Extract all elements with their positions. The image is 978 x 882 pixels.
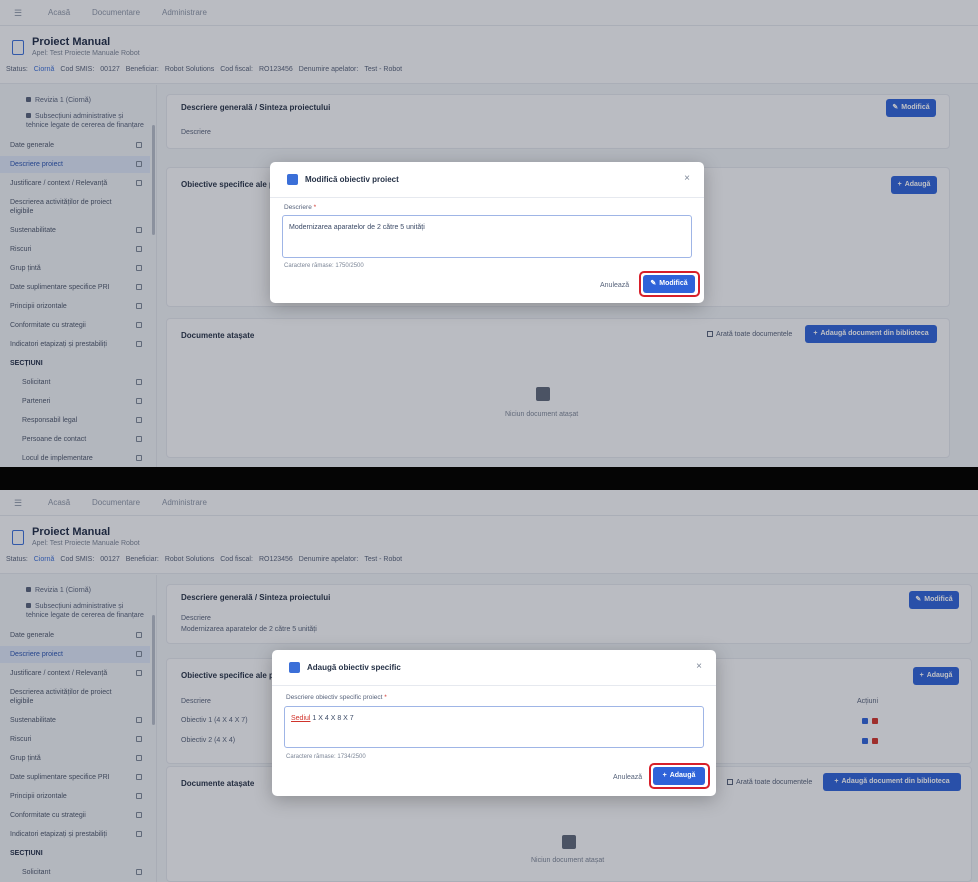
screenshot-separator xyxy=(0,467,978,490)
modal-title: Adaugă obiectiv specific xyxy=(307,663,401,672)
screenshot-bottom: ☰ Acasă Documentare Administrare Proiect… xyxy=(0,490,978,882)
field-label-text: Descriere xyxy=(284,204,312,211)
highlight-box: + Adaugă xyxy=(649,763,710,789)
confirm-add-button[interactable]: + Adaugă xyxy=(653,767,705,785)
textarea-text: 1 X 4 X 8 X 7 xyxy=(310,715,354,722)
cancel-button[interactable]: Anulează xyxy=(600,282,629,289)
add-objective-modal: Adaugă obiectiv specific × Descriere obi… xyxy=(272,650,716,796)
confirm-label: Modifică xyxy=(659,280,688,287)
plus-icon: + xyxy=(662,772,667,779)
close-icon[interactable]: × xyxy=(696,661,702,672)
description-textarea[interactable]: Sediul 1 X 4 X 8 X 7 xyxy=(284,706,704,748)
modal-title: Modifică obiectiv proiect xyxy=(305,175,399,184)
char-counter: Caractere rămase: 1750/2500 xyxy=(284,263,364,269)
edit-icon xyxy=(287,174,298,185)
char-counter: Caractere rămase: 1734/2500 xyxy=(286,754,366,760)
required-marker: * xyxy=(384,694,387,701)
highlight-box: ✎ Modifică xyxy=(639,271,700,297)
field-label: Descriere * xyxy=(284,204,316,211)
textarea-value: Modernizarea aparatelor de 2 către 5 uni… xyxy=(289,224,425,231)
screenshot-top: ☰ Acasă Documentare Administrare Proiect… xyxy=(0,0,978,467)
modal-header: Adaugă obiectiv specific × xyxy=(272,650,716,686)
field-label: Descriere obiectiv specific proiect * xyxy=(286,694,387,701)
spellcheck-word: Sediul xyxy=(291,715,311,722)
field-label-text: Descriere obiectiv specific proiect xyxy=(286,694,383,701)
confirm-edit-button[interactable]: ✎ Modifică xyxy=(643,275,695,293)
required-marker: * xyxy=(313,204,317,211)
modal-header: Modifică obiectiv proiect × xyxy=(270,162,704,198)
textarea-value: Sediul 1 X 4 X 8 X 7 xyxy=(291,715,354,722)
add-icon xyxy=(289,662,300,673)
cancel-button[interactable]: Anulează xyxy=(613,774,642,781)
confirm-label: Adaugă xyxy=(669,772,696,779)
edit-icon: ✎ xyxy=(650,280,657,287)
edit-objective-modal: Modifică obiectiv proiect × Descriere * … xyxy=(270,162,704,303)
close-icon[interactable]: × xyxy=(684,173,690,184)
description-textarea[interactable]: Modernizarea aparatelor de 2 către 5 uni… xyxy=(282,215,692,258)
